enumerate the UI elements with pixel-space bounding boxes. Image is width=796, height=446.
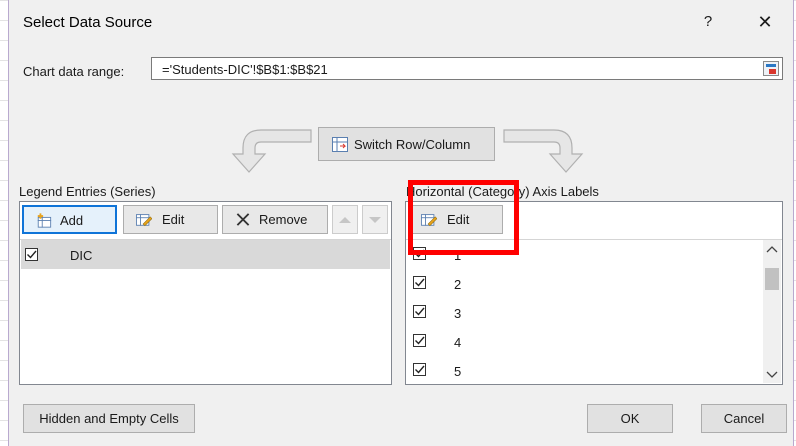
help-button[interactable]: ? [695, 10, 721, 34]
add-series-icon [37, 213, 52, 228]
left-curved-arrow-icon [231, 129, 312, 173]
axis-item-label: 5 [454, 364, 462, 379]
annotation-highlight-box [408, 180, 519, 255]
edit-series-button[interactable]: Edit [123, 205, 218, 234]
axis-item-label: 2 [454, 277, 462, 292]
switch-row-column-label: Switch Row/Column [354, 137, 471, 152]
axis-item[interactable]: 4 [407, 327, 762, 356]
legend-entries-label: Legend Entries (Series) [19, 184, 156, 199]
legend-entries-panel: Add Edit Remove DIC [19, 201, 392, 385]
remove-x-icon [236, 213, 250, 226]
hidden-empty-cells-button[interactable]: Hidden and Empty Cells [23, 404, 195, 433]
chart-data-range-value: ='Students-DIC'!$B$1:$B$21 [162, 62, 328, 77]
checkbox-checked-icon[interactable] [413, 276, 426, 289]
add-series-label: Add [60, 213, 84, 228]
edit-series-label: Edit [162, 212, 185, 227]
legend-toolbar: Add Edit Remove [20, 202, 391, 240]
right-curved-arrow-icon [503, 129, 584, 173]
collapse-range-icon[interactable] [763, 61, 779, 76]
move-down-icon [369, 217, 381, 223]
checkbox-checked-icon[interactable] [413, 305, 426, 318]
remove-series-button[interactable]: Remove [222, 205, 328, 234]
axis-item[interactable]: 3 [407, 298, 762, 327]
series-name: DIC [70, 248, 93, 263]
move-up-icon [339, 217, 351, 223]
axis-list-scrollbar[interactable] [763, 240, 781, 383]
move-down-button[interactable] [362, 205, 388, 234]
add-series-button[interactable]: Add [22, 205, 117, 234]
checkbox-checked-icon[interactable] [25, 248, 38, 261]
scroll-up-icon[interactable] [766, 245, 778, 253]
dialog-title: Select Data Source [23, 14, 153, 31]
axis-item[interactable]: 2 [407, 269, 762, 298]
remove-series-label: Remove [259, 212, 308, 227]
switch-row-column-icon [332, 137, 348, 152]
scroll-thumb[interactable] [765, 268, 779, 290]
axis-item-label: 4 [454, 335, 462, 350]
checkbox-checked-icon[interactable] [413, 334, 426, 347]
chart-data-range-input[interactable]: ='Students-DIC'!$B$1:$B$21 [151, 57, 783, 80]
select-data-source-dialog: Select Data Source ? ✕ Chart data range:… [8, 0, 794, 446]
ok-button[interactable]: OK [587, 404, 673, 433]
move-up-button[interactable] [332, 205, 358, 234]
switch-row-column-button[interactable]: Switch Row/Column [318, 127, 495, 161]
series-row-dic[interactable]: DIC [21, 240, 390, 269]
chart-data-range-label: Chart data range: [23, 64, 125, 79]
edit-icon [136, 214, 152, 227]
axis-item-label: 3 [454, 306, 462, 321]
scroll-down-icon[interactable] [766, 371, 778, 379]
close-button[interactable]: ✕ [750, 10, 780, 34]
axis-item[interactable]: 5 [407, 356, 762, 383]
cancel-button[interactable]: Cancel [701, 404, 787, 433]
checkbox-checked-icon[interactable] [413, 363, 426, 376]
